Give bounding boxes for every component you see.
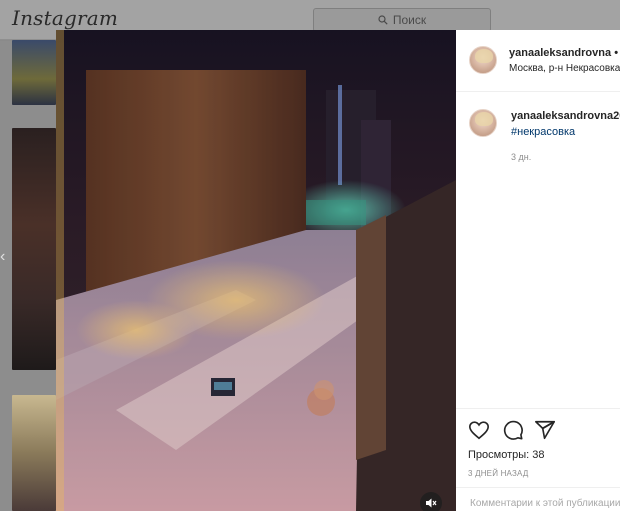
- post-actions: Просмотры: 38 3 ДНЕЙ НАЗАД Комментарии к…: [456, 408, 620, 511]
- post-username[interactable]: yanaaleksandrovna •: [509, 47, 618, 59]
- feed-thumbnail[interactable]: [12, 40, 56, 105]
- feed-thumbnail[interactable]: [12, 395, 56, 511]
- comment-input[interactable]: Комментарии к этой публикации: [456, 487, 620, 511]
- caption-timestamp: 3 дн.: [511, 152, 532, 162]
- follow-dot: •: [614, 47, 619, 59]
- heart-icon[interactable]: [468, 419, 490, 441]
- search-placeholder: Поиск: [392, 13, 427, 27]
- search-input[interactable]: Поиск: [313, 8, 491, 32]
- share-icon[interactable]: [534, 419, 556, 441]
- mute-button[interactable]: [420, 492, 442, 511]
- comment-placeholder: Комментарии к этой публикации: [470, 498, 620, 509]
- avatar[interactable]: [469, 46, 497, 74]
- post-sidebar: yanaaleksandrovna • Москва, р-н Некрасов…: [456, 30, 620, 511]
- caption-hashtag[interactable]: #некрасовка: [511, 126, 575, 138]
- instagram-logo[interactable]: Instagram: [12, 6, 118, 30]
- post-modal: yanaaleksandrovna • Москва, р-н Некрасов…: [56, 30, 620, 511]
- previous-post-arrow-icon[interactable]: ‹: [0, 248, 5, 266]
- night-snow-city-scene: [56, 30, 456, 511]
- username-link[interactable]: yanaaleksandrovna: [509, 47, 611, 59]
- post-date[interactable]: 3 ДНЕЙ НАЗАД: [468, 469, 528, 478]
- comment-icon[interactable]: [502, 419, 524, 441]
- feed-thumbnail[interactable]: [12, 128, 56, 370]
- views-count[interactable]: Просмотры: 38: [468, 449, 545, 461]
- caption-username[interactable]: yanaaleksandrovna20: [511, 110, 620, 122]
- avatar[interactable]: [469, 109, 497, 137]
- post-video[interactable]: [56, 30, 456, 511]
- post-header: yanaaleksandrovna • Москва, р-н Некрасов…: [456, 30, 620, 92]
- speaker-muted-icon: [426, 498, 437, 508]
- post-location[interactable]: Москва, р-н Некрасовка: [509, 63, 620, 74]
- search-icon: [378, 15, 388, 25]
